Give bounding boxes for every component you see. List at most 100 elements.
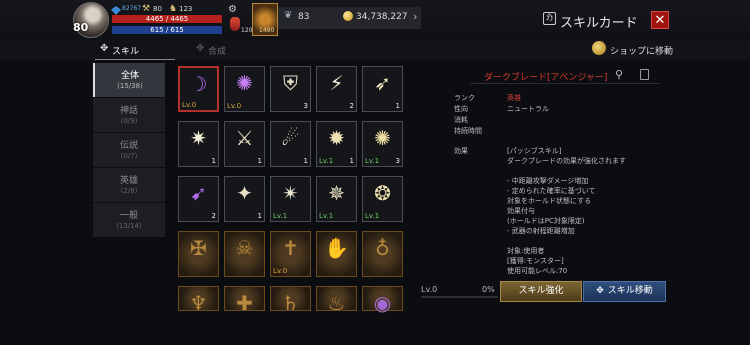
skill-card-icon: ✦ <box>236 181 253 205</box>
skill-card-level: Lv.1 <box>365 212 380 220</box>
lock-icon[interactable] <box>640 69 649 80</box>
rarity-label: 神話 <box>119 106 138 116</box>
gold-value: 34,738,227 <box>356 12 408 22</box>
skill-enhance-button[interactable]: スキル強化 <box>500 281 582 302</box>
skill-card[interactable]: ✴ Lv.1 <box>270 176 311 222</box>
skill-card[interactable]: ◉ <box>362 286 403 315</box>
detail-divider <box>470 83 660 84</box>
rarity-filter-item[interactable]: 英雄 (2/8) <box>93 168 165 202</box>
settings-gear-icon[interactable]: ⚙ <box>228 4 237 15</box>
tab-combine[interactable]: 合成 <box>208 44 226 57</box>
skill-card[interactable]: ☄ 1 <box>270 121 311 167</box>
skill-card[interactable]: ✦ 1 <box>224 176 265 222</box>
skill-card-icon: ➶ <box>374 71 391 95</box>
skill-card[interactable]: ☽ Lv.0 <box>178 66 219 112</box>
enhance-level: Lv.0 <box>421 285 438 294</box>
skill-card[interactable]: ♁ <box>362 231 403 277</box>
enhance-progress-bar <box>421 296 498 298</box>
hp-bar: 4465 / 4465 <box>112 15 222 23</box>
currency-expand-chevron-icon[interactable]: › <box>413 10 417 23</box>
rarity-filter-nav: 全体 (15/38) 神話 (0/9) 伝説 (0/7) 英雄 (2/8) 一般 (13/14) <box>93 63 165 238</box>
skill-card-count: 3 <box>303 102 308 110</box>
gem-value: 82767 <box>122 5 142 12</box>
enhance-percent: 0% <box>482 285 495 294</box>
skill-card[interactable]: ✹ Lv.1 1 <box>316 121 357 167</box>
skill-card[interactable]: ♄ <box>270 286 311 315</box>
skill-card[interactable]: ✋ <box>316 231 357 277</box>
skill-card-count: 3 <box>395 157 400 165</box>
rarity-label: 英雄 <box>119 176 138 186</box>
skill-card[interactable]: ➶ 1 <box>362 66 403 112</box>
rarity-count: (2/8) <box>120 187 138 195</box>
go-to-shop-link[interactable]: ショップに移動 <box>610 44 673 57</box>
weight-icon: ♞ <box>169 4 178 14</box>
skill-card[interactable]: ♆ <box>178 286 219 315</box>
tab-skill[interactable]: スキル <box>112 44 139 57</box>
rarity-filter-item[interactable]: 神話 (0/9) <box>93 98 165 132</box>
skill-card[interactable]: ✚ <box>224 286 265 315</box>
skill-card-count: 1 <box>349 157 354 165</box>
skill-card-icon: ♄ <box>281 291 300 315</box>
skill-card-count: 1 <box>211 157 216 165</box>
skill-card-level: Lv.1 <box>365 157 380 165</box>
hp-text: 4465 / 4465 <box>145 15 189 23</box>
skill-card-icon: ♁ <box>375 236 390 260</box>
skill-card-icon: ✷ <box>190 126 207 150</box>
rarity-count: (0/9) <box>120 117 138 125</box>
rarity-filter-item[interactable]: 全体 (15/38) <box>93 63 165 97</box>
stat-b-value: 123 <box>179 5 193 13</box>
effect-line: - 武器の射程距離増加 <box>507 227 575 235</box>
skill-card[interactable]: ♨ <box>316 286 357 315</box>
effect-line: 対象:使用者 <box>507 247 545 255</box>
skill-card[interactable]: ✷ 1 <box>178 121 219 167</box>
character-level: 80 <box>73 21 89 34</box>
skill-card-icon: ✚ <box>236 291 253 315</box>
skill-card-count: 1 <box>257 212 262 220</box>
effect-line: (ホールドはPC対象限定) <box>507 217 585 225</box>
potion-icon[interactable] <box>230 17 240 31</box>
skill-card[interactable]: ⚡ 2 <box>316 66 357 112</box>
stat-a-value: 80 <box>153 5 162 13</box>
skill-name: ダークブレード[アベンジャー] <box>484 73 608 83</box>
skill-card[interactable]: ✺ Lv.0 <box>224 66 265 112</box>
skill-card[interactable]: ✝ Lv.0 <box>270 231 311 277</box>
duration-label: 持続時間 <box>454 127 482 135</box>
skill-card[interactable]: ✠ <box>178 231 219 277</box>
search-icon[interactable]: ⚲ <box>615 68 623 81</box>
skill-card-icon: ✴ <box>282 181 299 205</box>
effect-line: ダークブレードの効果が強化されます <box>507 157 626 165</box>
skill-card-count: 2 <box>349 102 354 110</box>
attribute-label: 性向 <box>454 105 468 113</box>
skill-card[interactable]: ❂ Lv.1 <box>362 176 403 222</box>
skill-card-icon: ☽ <box>189 72 208 96</box>
skill-move-label: スキル移動 <box>607 286 653 296</box>
skill-card-level: Lv.1 <box>319 212 334 220</box>
rarity-filter-item[interactable]: 伝説 (0/7) <box>93 133 165 167</box>
skill-card-level: Lv.1 <box>273 212 288 220</box>
skill-move-button[interactable]: ✥ スキル移動 <box>583 281 666 302</box>
skill-card-count: 1 <box>257 157 262 165</box>
page-title: スキルカード <box>560 16 638 31</box>
skill-card-level: Lv.1 <box>319 157 334 165</box>
skill-card-count: 1 <box>303 157 308 165</box>
skill-card-icon: ◉ <box>373 291 392 315</box>
skill-card-icon: ✹ <box>328 126 345 150</box>
effect-line: - 中距離攻撃ダメージ増加 <box>507 177 589 185</box>
skill-card-icon: ⚔ <box>235 126 254 150</box>
skill-card[interactable]: ⚔ 1 <box>224 121 265 167</box>
shop-bag-icon[interactable] <box>592 41 606 55</box>
close-button[interactable]: ✕ <box>651 11 669 29</box>
rarity-filter-item[interactable]: 一般 (13/14) <box>93 203 165 237</box>
skill-card[interactable]: ⛨ 3 <box>270 66 311 112</box>
skill-card[interactable]: ➹ 2 <box>178 176 219 222</box>
effect-line: [パッシブスキル] <box>507 147 562 155</box>
skill-card[interactable]: ✵ Lv.1 <box>316 176 357 222</box>
skill-card[interactable]: ☠ <box>224 231 265 277</box>
skill-card[interactable]: ✺ Lv.1 3 <box>362 121 403 167</box>
potion-count: 120 <box>241 27 253 34</box>
combine-tab-icon: ✥ <box>196 43 205 54</box>
skill-card-icon: ❂ <box>374 181 391 205</box>
mp-text: 615 / 615 <box>150 26 184 34</box>
skill-card-icon: ☄ <box>281 126 300 150</box>
skill-card-icon: ✝ <box>282 236 299 260</box>
